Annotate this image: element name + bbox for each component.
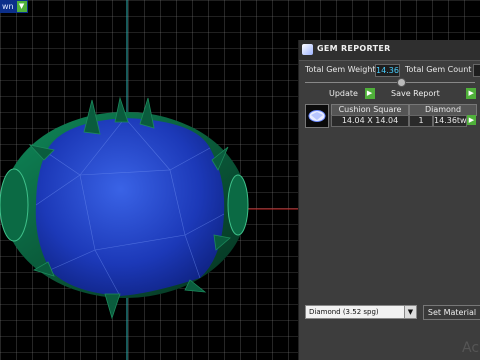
activate-watermark: Ac xyxy=(462,340,480,356)
table-cell-count: 1 xyxy=(409,115,433,127)
chevron-down-icon[interactable]: ▼ xyxy=(404,306,416,318)
gem-thumbnail[interactable] xyxy=(305,104,329,128)
view-dropdown[interactable]: wn ▼ xyxy=(0,0,28,13)
total-weight-label: Total Gem Weight xyxy=(305,65,376,74)
divider-knob[interactable] xyxy=(397,78,406,87)
total-count-value xyxy=(473,64,480,77)
material-select[interactable]: Diamond (3.52 spg) ▼ xyxy=(305,305,417,319)
panel-divider xyxy=(305,82,475,83)
gem-cushion xyxy=(35,118,225,296)
table-cell-size: 14.04 X 14.04 xyxy=(331,115,409,127)
play-icon[interactable]: ▶ xyxy=(364,88,375,99)
total-count-label: Total Gem Count xyxy=(405,65,472,74)
set-material-button[interactable]: Set Material xyxy=(423,305,480,320)
total-weight-value: 14.36 xyxy=(375,64,400,77)
save-report-button[interactable]: Save Report ▶ xyxy=(391,87,477,100)
panel-titlebar[interactable]: GEM REPORTER xyxy=(299,40,480,61)
update-button[interactable]: Update ▶ xyxy=(329,87,375,100)
table-cell-weight: 14.36tw xyxy=(433,115,467,127)
play-icon[interactable]: ▶ xyxy=(466,88,477,99)
gem-reporter-panel: GEM REPORTER Total Gem Weight 14.36 Tota… xyxy=(298,40,480,360)
row-select-icon[interactable]: ▶ xyxy=(467,115,476,125)
view-dropdown-label: wn xyxy=(2,2,14,11)
update-label: Update xyxy=(329,89,358,98)
gem-table: Cushion Square Diamond 14.04 X 14.04 1 1… xyxy=(305,104,480,128)
material-select-value: Diamond (3.52 spg) xyxy=(309,308,379,316)
save-report-label: Save Report xyxy=(391,89,440,98)
panel-title: GEM REPORTER xyxy=(317,44,391,53)
gem-icon xyxy=(302,44,313,55)
chevron-down-icon[interactable]: ▼ xyxy=(16,1,27,12)
